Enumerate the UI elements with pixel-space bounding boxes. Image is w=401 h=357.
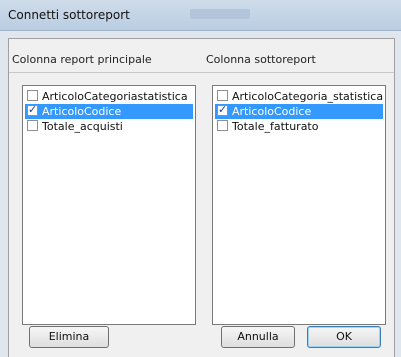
list-item[interactable]: Totale_acquisti xyxy=(25,119,193,134)
window-title: Connetti sottoreport xyxy=(8,8,130,22)
checkbox[interactable] xyxy=(27,104,38,116)
subreport-column-list[interactable]: ArticoloCategoria_statistica ArticoloCod… xyxy=(212,85,386,325)
list-item[interactable]: ArticoloCategoria_statistica xyxy=(215,89,383,104)
subreport-column-header: Colonna sottoreport xyxy=(206,53,316,66)
list-item[interactable]: ArticoloCodice xyxy=(25,104,193,119)
dialog-body: Colonna report principale Colonna sottor… xyxy=(8,38,395,357)
list-item-label: Totale_fatturato xyxy=(232,120,319,133)
list-item-label: ArticoloCategoria_statistica xyxy=(232,90,383,103)
ok-button[interactable]: OK xyxy=(307,326,381,348)
checkbox[interactable] xyxy=(217,104,228,116)
checkbox[interactable] xyxy=(217,120,228,131)
main-report-column-header: Colonna report principale xyxy=(12,53,152,66)
title-bar[interactable]: Connetti sottoreport xyxy=(0,0,401,31)
title-background-blur xyxy=(190,9,250,19)
list-item[interactable]: Totale_fatturato xyxy=(215,119,383,134)
delete-button[interactable]: Elimina xyxy=(29,326,109,348)
list-item[interactable]: ArticoloCategoriastatistica xyxy=(25,89,193,104)
header-divider xyxy=(9,72,394,73)
list-item-label: ArticoloCodice xyxy=(42,105,122,118)
main-report-column-list[interactable]: ArticoloCategoriastatistica ArticoloCodi… xyxy=(22,85,196,325)
cancel-button[interactable]: Annulla xyxy=(221,326,295,348)
checkbox[interactable] xyxy=(27,120,38,131)
list-item-label: ArticoloCodice xyxy=(232,105,312,118)
list-item-label: Totale_acquisti xyxy=(42,120,123,133)
checkbox[interactable] xyxy=(27,90,38,101)
list-item-label: ArticoloCategoriastatistica xyxy=(42,90,188,103)
checkbox[interactable] xyxy=(217,90,228,101)
list-item[interactable]: ArticoloCodice xyxy=(215,104,383,119)
